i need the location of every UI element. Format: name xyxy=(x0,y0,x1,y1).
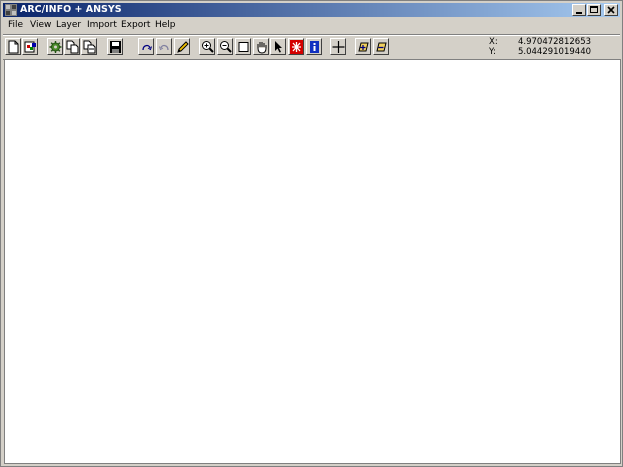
x-label: X: xyxy=(489,37,498,47)
paste-icon xyxy=(83,40,96,54)
window-title: ARC/INFO + ANSYS xyxy=(20,4,122,15)
close-icon xyxy=(607,6,615,14)
minimize-button[interactable] xyxy=(572,4,586,16)
pan-button[interactable] xyxy=(253,38,269,55)
add-layer-icon xyxy=(358,42,369,52)
redo-button[interactable] xyxy=(138,38,154,55)
app-window: ARC/INFO + ANSYS File View Layer Import … xyxy=(0,0,623,467)
y-coordinate: 5.044291019440 xyxy=(518,47,592,57)
zoom-out-button[interactable] xyxy=(217,38,233,55)
redo-icon xyxy=(142,44,152,51)
menu-bar: File View Layer Import Export Help xyxy=(3,18,620,33)
map-canvas[interactable] xyxy=(4,59,621,464)
y-label: Y: xyxy=(489,47,496,57)
new-file-icon xyxy=(8,40,19,54)
select-button[interactable] xyxy=(270,38,286,55)
save-button[interactable] xyxy=(107,38,123,55)
toolbar: X: Y: 4.970472812653 5.044291019440 xyxy=(3,34,620,60)
box-icon xyxy=(238,42,249,52)
paste-button[interactable] xyxy=(81,38,97,55)
delete-button[interactable] xyxy=(288,38,304,55)
undo-button[interactable] xyxy=(156,38,172,55)
info-button[interactable] xyxy=(306,38,322,55)
crosshair-icon xyxy=(332,41,345,53)
crosshair-button[interactable] xyxy=(330,38,346,55)
remove-layer-icon xyxy=(376,42,387,52)
gear-icon xyxy=(49,41,62,53)
copy-button[interactable] xyxy=(64,38,80,55)
arrow-cursor-icon xyxy=(275,41,282,53)
undo-icon xyxy=(159,44,169,51)
maximize-button[interactable] xyxy=(587,4,601,16)
close-button[interactable] xyxy=(604,4,618,16)
remove-layer-button[interactable] xyxy=(373,38,389,55)
menu-layer[interactable]: Layer xyxy=(56,20,81,30)
zoom-box-button[interactable] xyxy=(235,38,251,55)
x-coordinate: 4.970472812653 xyxy=(518,37,592,47)
zoom-out-icon xyxy=(220,41,232,53)
settings-button[interactable] xyxy=(47,38,63,55)
menu-view[interactable]: View xyxy=(30,20,51,30)
hand-icon xyxy=(257,42,267,54)
app-icon xyxy=(5,4,17,16)
zoom-in-button[interactable] xyxy=(199,38,215,55)
add-layer-button[interactable] xyxy=(355,38,371,55)
maximize-icon xyxy=(590,6,598,13)
coordinate-values: 4.970472812653 5.044291019440 xyxy=(518,37,591,57)
title-bar[interactable]: ARC/INFO + ANSYS xyxy=(3,3,620,17)
save-icon xyxy=(110,41,121,53)
edit-button[interactable] xyxy=(174,38,190,55)
minimize-icon xyxy=(576,12,582,14)
coordinate-labels: X: Y: xyxy=(489,37,498,57)
open-icon xyxy=(24,41,36,53)
menu-help[interactable]: Help xyxy=(155,20,176,30)
info-icon xyxy=(310,41,319,53)
copy-icon xyxy=(66,40,79,54)
pencil-icon xyxy=(177,41,189,53)
delete-icon xyxy=(290,40,303,54)
menu-file[interactable]: File xyxy=(8,20,23,30)
menu-import[interactable]: Import xyxy=(87,20,117,30)
open-button[interactable] xyxy=(22,38,38,55)
zoom-in-icon xyxy=(202,41,214,53)
menu-export[interactable]: Export xyxy=(121,20,150,30)
new-button[interactable] xyxy=(5,38,21,55)
